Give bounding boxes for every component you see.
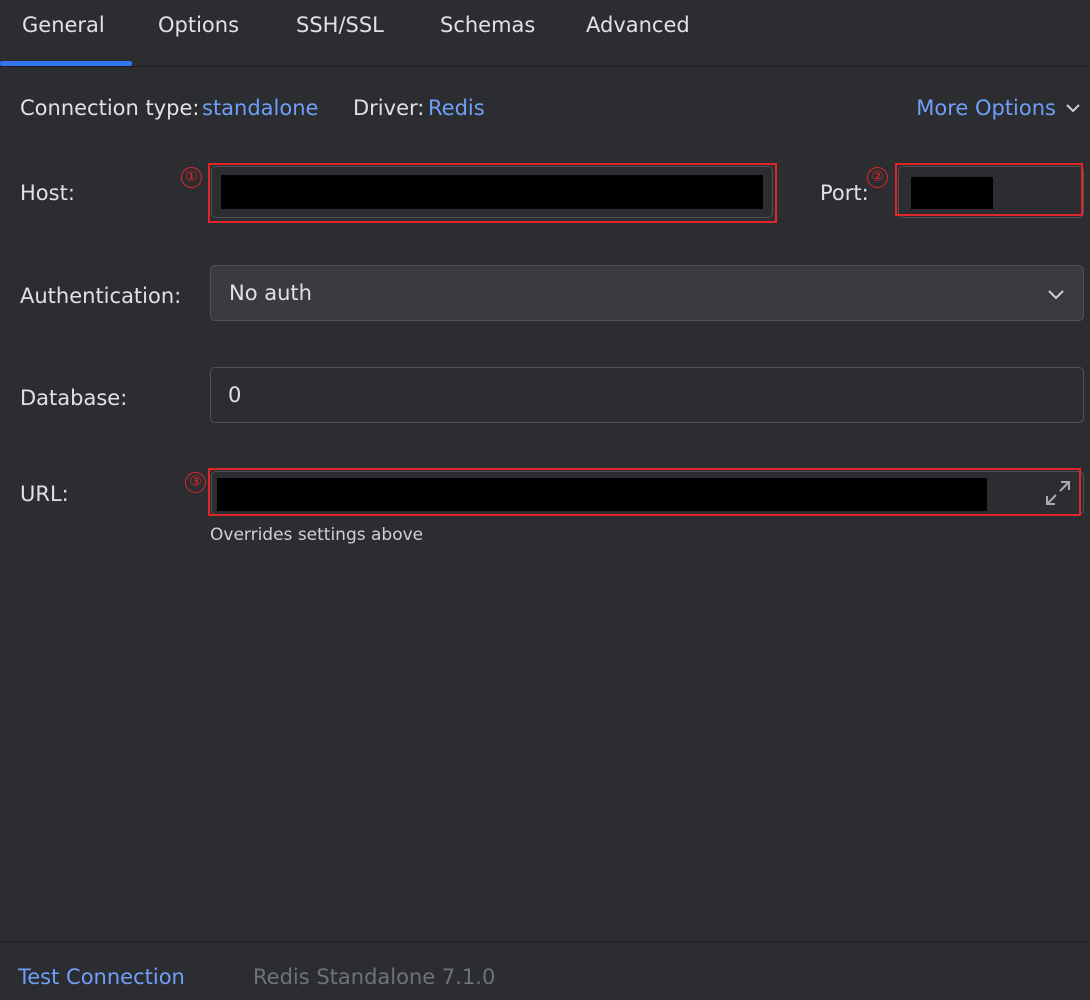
tab-ssh-ssl[interactable]: SSH/SSL [296,13,384,37]
authentication-select[interactable]: No auth [210,265,1084,321]
tab-general[interactable]: General [22,13,105,37]
database-label: Database: [20,386,128,410]
annotation-box-host [208,163,777,223]
annotation-box-url [208,468,1081,516]
annotation-marker-3: ③ [185,472,206,493]
more-options-label: More Options [916,96,1056,120]
chevron-down-icon [1066,104,1080,113]
database-value: 0 [228,383,242,407]
authentication-value: No auth [229,281,312,305]
host-label: Host: [20,181,75,205]
tab-bar: General Options SSH/SSL Schemas Advanced [0,0,1090,67]
more-options-button[interactable]: More Options [916,96,1082,120]
footer-divider [0,941,1090,942]
connection-type-link[interactable]: standalone [202,96,318,120]
active-tab-indicator [0,61,132,66]
tab-schemas[interactable]: Schemas [440,13,535,37]
database-input[interactable]: 0 [210,367,1084,423]
connection-type-label: Connection type: [20,96,200,120]
server-version-text: Redis Standalone 7.1.0 [253,965,496,989]
test-connection-link[interactable]: Test Connection [18,965,185,989]
url-hint: Overrides settings above [210,525,424,545]
driver-link[interactable]: Redis [428,96,485,120]
annotation-box-port [895,163,1083,216]
tab-options[interactable]: Options [158,13,239,37]
authentication-label: Authentication: [20,284,182,308]
driver-label: Driver: [353,96,425,120]
chevron-down-icon [1048,290,1064,300]
port-label: Port: [820,181,869,205]
annotation-marker-1: ① [181,167,202,188]
annotation-marker-2: ② [867,167,888,188]
tab-advanced[interactable]: Advanced [586,13,690,37]
url-label: URL: [20,482,69,506]
